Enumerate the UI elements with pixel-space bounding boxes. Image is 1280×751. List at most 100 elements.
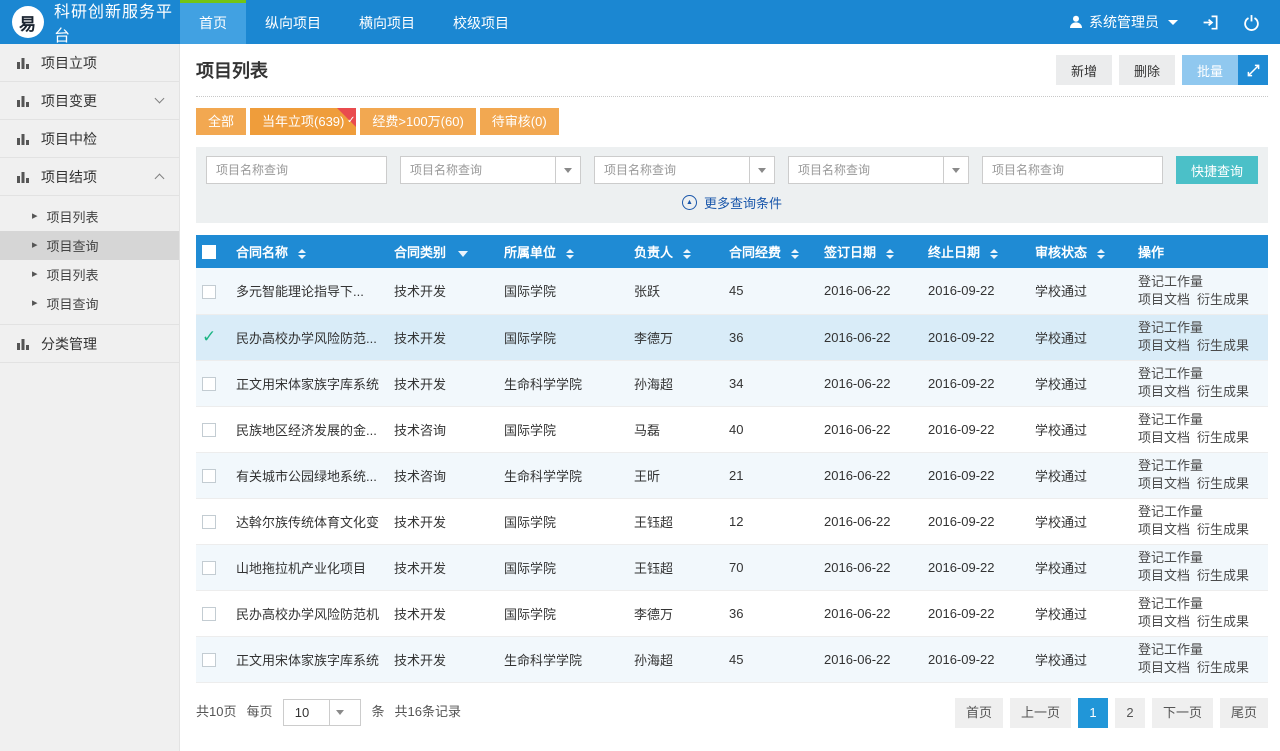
sidebar-item-project-midcheck[interactable]: 项目中检 xyxy=(0,120,179,158)
quick-search-button[interactable]: 快捷查询 xyxy=(1176,156,1258,184)
project-name-input[interactable] xyxy=(982,156,1163,184)
sort-icon[interactable] xyxy=(298,249,306,259)
row-checkbox[interactable] xyxy=(202,377,216,391)
filter-tab[interactable]: 当年立项(639) ✓ xyxy=(250,108,356,135)
action-derived-results[interactable]: 衍生成果 xyxy=(1197,614,1249,629)
page-button[interactable]: 2 xyxy=(1115,698,1145,728)
action-project-docs[interactable]: 项目文档 xyxy=(1138,660,1190,675)
action-register-workload[interactable]: 登记工作量 xyxy=(1138,642,1203,657)
power-icon[interactable] xyxy=(1243,14,1260,31)
page-button[interactable]: 首页 xyxy=(955,698,1003,728)
project-name-select[interactable] xyxy=(400,156,581,184)
sort-icon[interactable] xyxy=(886,249,894,259)
table-row[interactable]: ✓ 达斡尔族传统体育文化变 技术开发 国际学院 王钰超 12 2016-06-2… xyxy=(196,498,1268,544)
action-derived-results[interactable]: 衍生成果 xyxy=(1197,292,1249,307)
sidebar-item-project-setup[interactable]: 项目立项 xyxy=(0,44,179,82)
batch-button[interactable]: 批量 xyxy=(1182,55,1238,85)
action-register-workload[interactable]: 登记工作量 xyxy=(1138,458,1203,473)
action-derived-results[interactable]: 衍生成果 xyxy=(1197,660,1249,675)
action-project-docs[interactable]: 项目文档 xyxy=(1138,430,1190,445)
dropdown-caret-icon[interactable] xyxy=(943,157,968,183)
row-checkbox[interactable] xyxy=(202,515,216,529)
table-row[interactable]: ✓ 正文用宋体家族字库系统 技术开发 生命科学学院 孙海超 34 2016-06… xyxy=(196,360,1268,406)
per-page-select[interactable]: 10 xyxy=(283,699,361,726)
project-name-input[interactable] xyxy=(206,156,387,184)
dropdown-caret-icon[interactable] xyxy=(749,157,774,183)
page-button[interactable]: 上一页 xyxy=(1010,698,1071,728)
table-row[interactable]: ✓ 有关城市公园绿地系统... 技术咨询 生命科学学院 王昕 21 2016-0… xyxy=(196,452,1268,498)
dropdown-caret-icon[interactable] xyxy=(555,157,580,183)
table-row[interactable]: ✓ 多元智能理论指导下... 技术开发 国际学院 张跃 45 2016-06-2… xyxy=(196,268,1268,314)
col-header-contract-name: 合同名称 xyxy=(230,235,388,268)
action-project-docs[interactable]: 项目文档 xyxy=(1138,522,1190,537)
add-button[interactable]: 新增 xyxy=(1056,55,1112,85)
filter-tab[interactable]: 待审核(0) ✓ xyxy=(480,108,559,135)
user-menu[interactable]: 系统管理员 xyxy=(1069,12,1178,32)
row-checkbox[interactable] xyxy=(202,285,216,299)
cell-status: 学校通过 xyxy=(1029,406,1132,452)
action-project-docs[interactable]: 项目文档 xyxy=(1138,568,1190,583)
sidebar-subitem-project-query[interactable]: ▸ 项目查询 xyxy=(0,231,179,260)
action-register-workload[interactable]: 登记工作量 xyxy=(1138,412,1203,427)
sort-icon[interactable] xyxy=(990,249,998,259)
logout-icon[interactable] xyxy=(1202,14,1219,31)
row-checkbox[interactable] xyxy=(202,561,216,575)
action-register-workload[interactable]: 登记工作量 xyxy=(1138,366,1203,381)
table-row[interactable]: ✓ 正文用宋体家族字库系统 技术开发 生命科学学院 孙海超 45 2016-06… xyxy=(196,636,1268,682)
action-derived-results[interactable]: 衍生成果 xyxy=(1197,430,1249,445)
table-row[interactable]: ✓ 山地拖拉机产业化项目 技术开发 国际学院 王钰超 70 2016-06-22… xyxy=(196,544,1268,590)
row-checkbox[interactable] xyxy=(202,653,216,667)
action-project-docs[interactable]: 项目文档 xyxy=(1138,384,1190,399)
filter-caret-icon[interactable] xyxy=(458,251,468,257)
filter-tab[interactable]: 全部 ✓ xyxy=(196,108,246,135)
action-register-workload[interactable]: 登记工作量 xyxy=(1138,320,1203,335)
page-button[interactable]: 下一页 xyxy=(1152,698,1213,728)
action-derived-results[interactable]: 衍生成果 xyxy=(1197,338,1249,353)
action-derived-results[interactable]: 衍生成果 xyxy=(1197,384,1249,399)
sort-icon[interactable] xyxy=(791,249,799,259)
sidebar-subitem-project-list-2[interactable]: ▸ 项目列表 xyxy=(0,260,179,289)
table-row[interactable]: ✓ 民办高校办学风险防范... 技术开发 国际学院 李德万 36 2016-06… xyxy=(196,314,1268,360)
action-project-docs[interactable]: 项目文档 xyxy=(1138,476,1190,491)
sort-icon[interactable] xyxy=(566,249,574,259)
action-project-docs[interactable]: 项目文档 xyxy=(1138,614,1190,629)
cell-contract-type: 技术开发 xyxy=(388,498,498,544)
filter-tab[interactable]: 经费>100万(60) ✓ xyxy=(360,108,475,135)
project-name-select[interactable] xyxy=(594,156,775,184)
topbar: 易 科研创新服务平台 首页 纵向项目 横向项目 校级项目 系统管理员 xyxy=(0,0,1280,44)
sidebar-item-project-change[interactable]: 项目变更 xyxy=(0,82,179,120)
row-checkbox[interactable] xyxy=(202,607,216,621)
nav-item[interactable]: 纵向项目 xyxy=(246,0,340,44)
row-checkbox[interactable] xyxy=(202,423,216,437)
more-conditions-link[interactable]: ▲ 更多查询条件 xyxy=(206,184,1258,221)
action-derived-results[interactable]: 衍生成果 xyxy=(1197,522,1249,537)
nav-item[interactable]: 首页 xyxy=(180,0,246,44)
action-register-workload[interactable]: 登记工作量 xyxy=(1138,274,1203,289)
sort-icon[interactable] xyxy=(1097,249,1105,259)
table-row[interactable]: ✓ 民办高校办学风险防范机 技术开发 国际学院 李德万 36 2016-06-2… xyxy=(196,590,1268,636)
page-button[interactable]: 1 xyxy=(1078,698,1108,728)
expand-button[interactable] xyxy=(1238,55,1268,85)
sidebar-item-project-closing[interactable]: 项目结项 xyxy=(0,158,179,196)
cell-fee: 70 xyxy=(723,544,818,590)
action-project-docs[interactable]: 项目文档 xyxy=(1138,338,1190,353)
action-derived-results[interactable]: 衍生成果 xyxy=(1197,568,1249,583)
action-derived-results[interactable]: 衍生成果 xyxy=(1197,476,1249,491)
action-register-workload[interactable]: 登记工作量 xyxy=(1138,504,1203,519)
sidebar-subitem-project-query-2[interactable]: ▸ 项目查询 xyxy=(0,289,179,318)
sort-icon[interactable] xyxy=(683,249,691,259)
table-row[interactable]: ✓ 民族地区经济发展的金... 技术咨询 国际学院 马磊 40 2016-06-… xyxy=(196,406,1268,452)
sidebar-subitem-project-list[interactable]: ▸ 项目列表 xyxy=(0,202,179,231)
row-checkbox[interactable] xyxy=(202,469,216,483)
action-register-workload[interactable]: 登记工作量 xyxy=(1138,596,1203,611)
project-name-select[interactable] xyxy=(788,156,969,184)
cell-actions: 登记工作量 项目文档衍生成果 xyxy=(1132,544,1268,590)
delete-button[interactable]: 删除 xyxy=(1119,55,1175,85)
nav-item[interactable]: 横向项目 xyxy=(340,0,434,44)
select-all-checkbox[interactable] xyxy=(202,245,216,259)
nav-item[interactable]: 校级项目 xyxy=(434,0,528,44)
action-project-docs[interactable]: 项目文档 xyxy=(1138,292,1190,307)
page-button[interactable]: 尾页 xyxy=(1220,698,1268,728)
sidebar-item-category-management[interactable]: 分类管理 xyxy=(0,325,179,363)
action-register-workload[interactable]: 登记工作量 xyxy=(1138,550,1203,565)
